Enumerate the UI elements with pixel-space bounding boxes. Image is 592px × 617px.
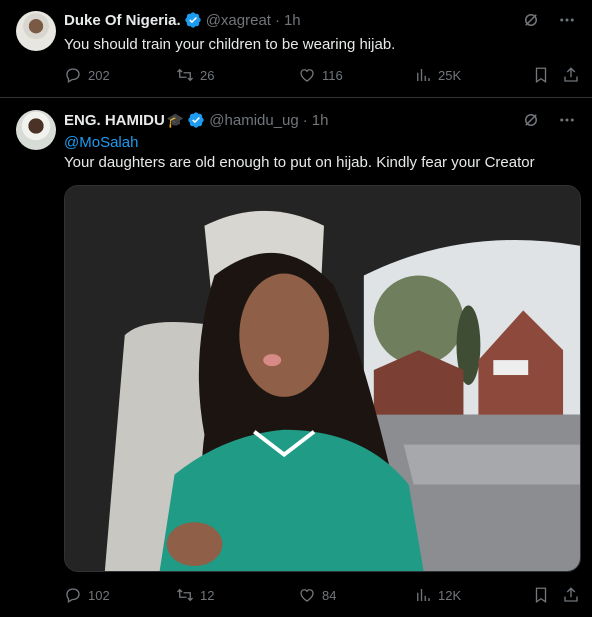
- repost-count: 26: [200, 67, 215, 83]
- display-name[interactable]: ENG. HAMIDU: [64, 112, 165, 129]
- like-icon: [300, 589, 314, 602]
- views-button[interactable]: 25K: [414, 66, 461, 84]
- views-count: 12K: [438, 587, 462, 603]
- more-icon[interactable]: [558, 111, 576, 129]
- tweet-text: Your daughters are old enough to put on …: [64, 154, 535, 171]
- tweet-header: Duke Of Nigeria. @xagreat · 1h: [64, 10, 576, 30]
- user-handle[interactable]: @xagreat: [206, 12, 271, 29]
- timestamp[interactable]: 1h: [312, 112, 329, 129]
- grok-icon[interactable]: [522, 11, 540, 29]
- photo-girl-in-car: [65, 186, 580, 571]
- tweet-text: You should train your children to be wea…: [64, 36, 396, 53]
- tweet-photo[interactable]: [64, 185, 581, 572]
- views-icon: [417, 589, 430, 601]
- tweet-actions: 102 12 84 12K: [64, 585, 580, 605]
- bookmark-button[interactable]: [532, 586, 550, 604]
- bookmark-button[interactable]: [532, 66, 550, 84]
- like-button[interactable]: 84: [298, 586, 336, 604]
- like-count: 84: [322, 587, 337, 603]
- graduation-cap-emoji: 🎓: [166, 111, 185, 128]
- tweet-header: ENG. HAMIDU 🎓 @hamidu_ug · 1h: [64, 110, 576, 130]
- tweet-actions: 202 26 116 25K: [64, 65, 580, 85]
- repost-button[interactable]: 12: [176, 586, 214, 604]
- like-button[interactable]: 116: [298, 66, 343, 84]
- repost-icon: [177, 68, 193, 82]
- tweet[interactable]: ENG. HAMIDU 🎓 @hamidu_ug · 1h @MoSalah Y…: [0, 98, 592, 617]
- timestamp[interactable]: 1h: [284, 12, 301, 29]
- avatar[interactable]: [16, 11, 56, 51]
- avatar[interactable]: [16, 110, 56, 150]
- repost-button[interactable]: 26: [176, 66, 214, 84]
- separator-dot: ·: [274, 11, 280, 29]
- separator-dot: ·: [302, 111, 308, 129]
- verified-badge-icon: [185, 12, 201, 28]
- reply-icon: [66, 588, 80, 603]
- reply-button[interactable]: 102: [64, 586, 110, 604]
- views-icon: [417, 69, 430, 81]
- views-count: 25K: [438, 67, 462, 83]
- verified-badge-icon: [188, 112, 204, 128]
- user-handle[interactable]: @hamidu_ug: [209, 112, 298, 129]
- share-icon: [564, 587, 578, 602]
- bookmark-icon: [535, 67, 547, 84]
- like-icon: [300, 69, 314, 82]
- reply-button[interactable]: 202: [64, 66, 110, 84]
- grok-icon[interactable]: [522, 111, 540, 129]
- share-icon: [564, 67, 578, 82]
- mention-link[interactable]: @MoSalah: [64, 134, 138, 151]
- share-button[interactable]: [562, 66, 580, 84]
- share-button[interactable]: [562, 586, 580, 604]
- repost-icon: [177, 588, 193, 602]
- display-name[interactable]: Duke Of Nigeria.: [64, 12, 181, 29]
- more-icon[interactable]: [558, 11, 576, 29]
- tweet[interactable]: Duke Of Nigeria. @xagreat · 1h You shoul…: [0, 0, 592, 98]
- reply-count: 102: [88, 587, 110, 603]
- reply-count: 202: [88, 67, 110, 83]
- views-button[interactable]: 12K: [414, 586, 461, 604]
- reply-icon: [66, 68, 80, 83]
- bookmark-icon: [535, 587, 547, 604]
- like-count: 116: [322, 67, 343, 83]
- repost-count: 12: [200, 587, 215, 603]
